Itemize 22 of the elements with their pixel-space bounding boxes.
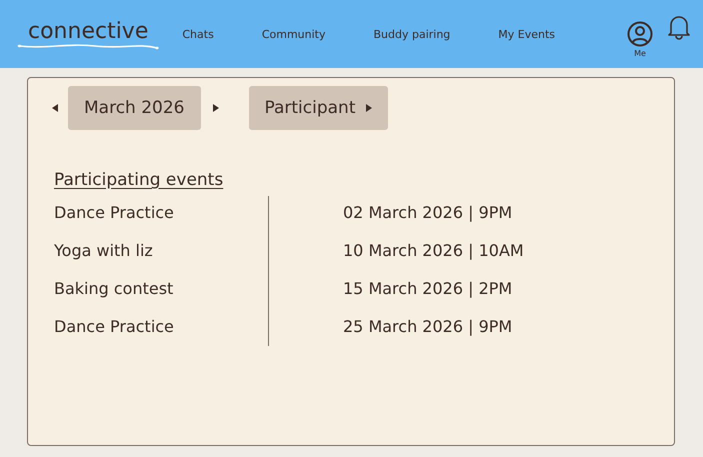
event-name: Dance Practice: [53, 202, 175, 224]
event-date: 02 March 2026 | 9PM: [342, 202, 514, 224]
caret-icon: [366, 104, 372, 112]
bell-icon[interactable]: [667, 14, 691, 40]
event-name: Baking contest: [53, 278, 174, 300]
left-arrow-icon[interactable]: [52, 104, 58, 112]
month-button[interactable]: March 2026: [68, 86, 200, 130]
profile-label: Me: [634, 48, 646, 58]
nav-link[interactable]: Community: [262, 28, 326, 40]
section-title: Participating events: [54, 170, 224, 190]
nav-link[interactable]: Chats: [182, 28, 214, 40]
role-dropdown[interactable]: Participant: [248, 86, 388, 130]
nav-link[interactable]: My Events: [498, 28, 556, 40]
right-arrow-icon[interactable]: [212, 104, 218, 112]
event-date: 10 March 2026 | 10AM: [342, 240, 525, 262]
nav-link[interactable]: Buddy pairing: [373, 28, 450, 40]
profile-icon[interactable]: [627, 20, 653, 46]
logo: connective: [18, 18, 158, 50]
event-date: 25 March 2026 | 9PM: [342, 316, 514, 338]
event-date: 15 March 2026 | 2PM: [342, 278, 514, 300]
event-name: Dance Practice: [53, 316, 175, 338]
event-name: Yoga with liz: [53, 240, 154, 262]
